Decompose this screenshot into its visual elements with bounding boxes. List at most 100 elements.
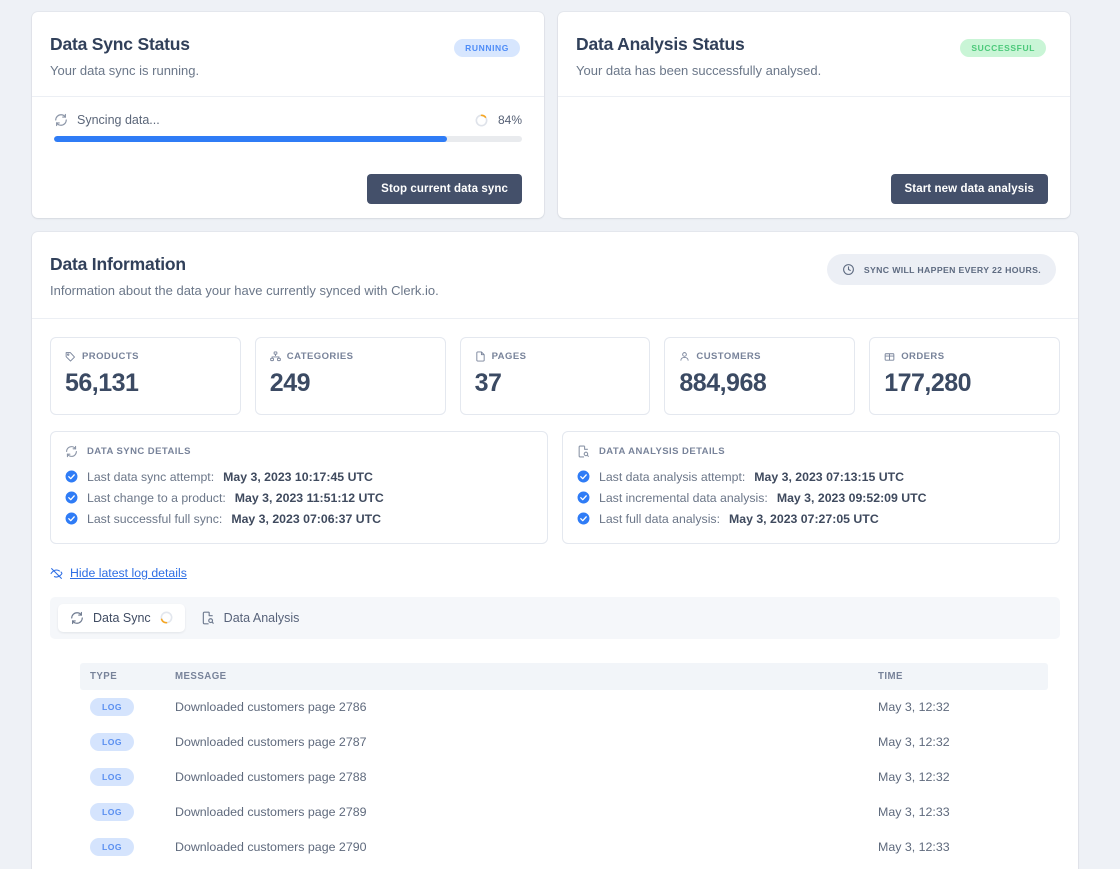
tab-data-analysis[interactable]: Data Analysis <box>189 604 312 632</box>
log-table-body: LOGDownloaded customers page 2786May 3, … <box>80 690 1048 869</box>
sitemap-icon <box>270 351 281 362</box>
sync-card-body: Syncing data... 84% <box>32 97 544 218</box>
document-search-icon <box>577 445 590 458</box>
details-row: DATA SYNC DETAILS Last data sync attempt… <box>32 415 1078 544</box>
tab-label: Data Sync <box>93 611 151 625</box>
box-icon <box>884 351 895 362</box>
stat-label-text: PRODUCTS <box>82 351 139 362</box>
stat-card-products: PRODUCTS 56,131 <box>50 337 241 415</box>
table-row: LOGDownloaded customers page 2787May 3, … <box>80 725 1048 760</box>
cell-message: Downloaded customers page 2786 <box>165 690 868 725</box>
tag-icon <box>65 351 76 362</box>
analysis-card-body: Start new data analysis <box>558 97 1070 218</box>
check-circle-icon <box>577 491 590 504</box>
sync-progress-percent: 84% <box>498 113 522 127</box>
log-table-header-row: TYPE MESSAGE TIME <box>80 663 1048 690</box>
sync-schedule-text: SYNC WILL HAPPEN EVERY 22 HOURS. <box>864 265 1041 275</box>
column-header-message: MESSAGE <box>165 663 868 690</box>
page-icon <box>475 351 486 362</box>
data-analysis-details-heading: DATA ANALYSIS DETAILS <box>577 445 1045 458</box>
detail-value: May 3, 2023 07:06:37 UTC <box>231 512 381 526</box>
column-header-type: TYPE <box>80 663 165 690</box>
table-row: LOGDownloaded customers page 2791May 3, … <box>80 865 1048 869</box>
table-row: LOGDownloaded customers page 2788May 3, … <box>80 760 1048 795</box>
sync-card-header: Data Sync Status Your data sync is runni… <box>32 12 544 97</box>
data-analysis-status-card: Data Analysis Status Your data has been … <box>558 12 1070 218</box>
data-information-header: Data Information Information about the d… <box>32 232 1078 319</box>
log-tabs: Data Sync Data Analysis <box>50 597 1060 639</box>
detail-value: May 3, 2023 07:13:15 UTC <box>754 470 904 484</box>
detail-item: Last change to a product: May 3, 2023 11… <box>65 487 533 508</box>
table-row: LOGDownloaded customers page 2786May 3, … <box>80 690 1048 725</box>
sync-status-badge: RUNNING <box>454 39 520 57</box>
sync-schedule-notice: SYNC WILL HAPPEN EVERY 22 HOURS. <box>827 254 1056 285</box>
sync-progress-right: 84% <box>475 113 522 127</box>
dashboard-page: Data Sync Status Your data sync is runni… <box>0 0 1120 869</box>
cell-type: LOG <box>80 830 165 865</box>
detail-item: Last data sync attempt: May 3, 2023 10:1… <box>65 466 533 487</box>
eye-off-icon <box>50 567 63 580</box>
cell-type: LOG <box>80 795 165 830</box>
detail-label: Last change to a product: <box>87 491 226 505</box>
cell-time: May 3, 12:33 <box>868 830 1048 865</box>
analysis-card-footer: Start new data analysis <box>580 174 1048 204</box>
start-data-analysis-button[interactable]: Start new data analysis <box>891 174 1049 204</box>
analysis-card-subtitle: Your data has been successfully analysed… <box>576 63 821 78</box>
analysis-card-title: Data Analysis Status <box>576 34 821 55</box>
sync-progress-bar <box>54 136 522 142</box>
log-table-head: TYPE MESSAGE TIME <box>80 663 1048 690</box>
stat-value-categories: 249 <box>270 369 431 398</box>
stat-label-pages: PAGES <box>475 351 636 362</box>
status-badge: LOG <box>90 733 134 751</box>
sync-card-subtitle: Your data sync is running. <box>50 63 199 78</box>
stat-label-categories: CATEGORIES <box>270 351 431 362</box>
column-header-time: TIME <box>868 663 1048 690</box>
stat-value-pages: 37 <box>475 369 636 398</box>
clock-icon <box>842 263 855 276</box>
sync-card-title: Data Sync Status <box>50 34 199 55</box>
user-icon <box>679 351 690 362</box>
stat-value-products: 56,131 <box>65 369 226 398</box>
detail-label: Last successful full sync: <box>87 512 222 526</box>
cell-time: May 3, 12:32 <box>868 725 1048 760</box>
refresh-icon <box>70 611 84 625</box>
analysis-status-badge: SUCCESSFUL <box>960 39 1046 57</box>
cell-time: May 3, 12:32 <box>868 760 1048 795</box>
stop-data-sync-button[interactable]: Stop current data sync <box>367 174 522 204</box>
sync-card-footer: Stop current data sync <box>54 174 522 204</box>
stat-card-orders: ORDERS 177,280 <box>869 337 1060 415</box>
stat-label-orders: ORDERS <box>884 351 1045 362</box>
status-badge: LOG <box>90 698 134 716</box>
data-sync-details-box: DATA SYNC DETAILS Last data sync attempt… <box>50 431 548 544</box>
refresh-icon <box>54 113 68 127</box>
stat-value-orders: 177,280 <box>884 369 1045 398</box>
stat-card-customers: CUSTOMERS 884,968 <box>664 337 855 415</box>
status-cards-row: Data Sync Status Your data sync is runni… <box>32 12 1088 218</box>
page-title: Data Information <box>50 254 439 275</box>
table-row: LOGDownloaded customers page 2790May 3, … <box>80 830 1048 865</box>
check-circle-icon <box>65 512 78 525</box>
detail-value: May 3, 2023 09:52:09 UTC <box>777 491 927 505</box>
analysis-card-header: Data Analysis Status Your data has been … <box>558 12 1070 97</box>
status-badge: LOG <box>90 768 134 786</box>
stats-row: PRODUCTS 56,131 CATEGORIES 249 <box>32 319 1078 415</box>
detail-label: Last incremental data analysis: <box>599 491 768 505</box>
tab-data-sync[interactable]: Data Sync <box>58 604 185 632</box>
status-badge: LOG <box>90 838 134 856</box>
detail-heading-text: DATA ANALYSIS DETAILS <box>599 446 725 457</box>
detail-value: May 3, 2023 10:17:45 UTC <box>223 470 373 484</box>
detail-label: Last data analysis attempt: <box>599 470 745 484</box>
cell-type: LOG <box>80 725 165 760</box>
detail-item: Last incremental data analysis: May 3, 2… <box>577 487 1045 508</box>
hide-log-details-link[interactable]: Hide latest log details <box>50 566 187 580</box>
detail-item: Last full data analysis: May 3, 2023 07:… <box>577 508 1045 529</box>
detail-value: May 3, 2023 11:51:12 UTC <box>235 491 384 505</box>
data-sync-status-card: Data Sync Status Your data sync is runni… <box>32 12 544 218</box>
sync-progress-row: Syncing data... 84% <box>54 113 522 127</box>
stat-label-text: ORDERS <box>901 351 944 362</box>
cell-type: LOG <box>80 690 165 725</box>
cell-time: May 3, 12:33 <box>868 865 1048 869</box>
log-table: TYPE MESSAGE TIME LOGDownloaded customer… <box>80 663 1048 869</box>
sync-progress-label: Syncing data... <box>77 113 160 127</box>
cell-time: May 3, 12:33 <box>868 795 1048 830</box>
